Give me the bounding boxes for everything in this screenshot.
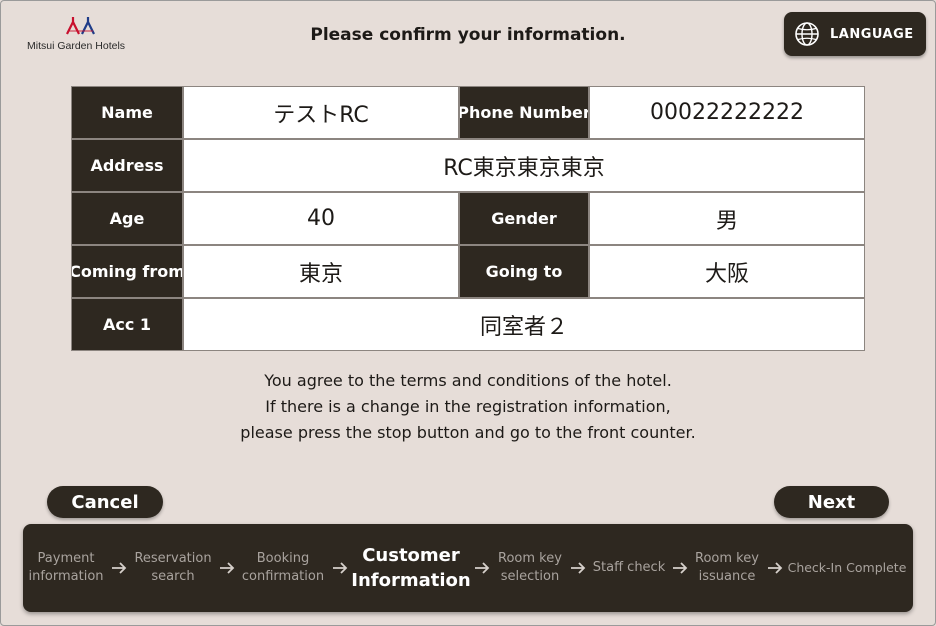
- step-room-key-issuance: Room key issuance: [695, 551, 759, 584]
- language-label: LANGUAGE: [830, 26, 914, 42]
- arrow-right-icon: [333, 562, 348, 574]
- notice-line-3: please press the stop button and go to t…: [240, 423, 696, 442]
- going-to-label: Going to: [459, 245, 589, 298]
- acc-value: 同室者２: [183, 298, 865, 351]
- arrow-right-icon: [220, 562, 235, 574]
- row-address: Address RC東京東京東京: [71, 139, 865, 192]
- step-booking-confirmation: Booking confirmation: [241, 551, 325, 584]
- arrow-right-icon: [673, 562, 688, 574]
- name-value: テストRC: [183, 86, 459, 139]
- arrow-right-icon: [571, 562, 586, 574]
- acc-label: Acc 1: [71, 298, 183, 351]
- row-name-phone: Name テストRC Phone Number 00022222222: [71, 86, 865, 139]
- arrow-right-icon: [475, 562, 490, 574]
- gender-label: Gender: [459, 192, 589, 245]
- row-age-gender: Age 40 Gender 男: [71, 192, 865, 245]
- arrow-right-icon: [768, 562, 783, 574]
- phone-label: Phone Number: [459, 86, 589, 139]
- phone-value: 00022222222: [589, 86, 865, 139]
- cancel-button[interactable]: Cancel: [47, 486, 163, 518]
- age-value: 40: [183, 192, 459, 245]
- notice-line-2: If there is a change in the registration…: [265, 397, 671, 416]
- gender-value: 男: [589, 192, 865, 245]
- arrow-right-icon: [112, 562, 127, 574]
- name-label: Name: [71, 86, 183, 139]
- row-travel: Coming from 東京 Going to 大阪: [71, 245, 865, 298]
- next-button[interactable]: Next: [774, 486, 889, 518]
- step-reservation-search: Reservation search: [134, 551, 212, 584]
- coming-from-label: Coming from: [71, 245, 183, 298]
- language-button[interactable]: LANGUAGE: [784, 12, 926, 56]
- coming-from-value: 東京: [183, 245, 459, 298]
- globe-icon: [795, 22, 819, 46]
- step-payment-information: Payment information: [28, 551, 104, 584]
- checkin-progress-bar: Payment information Reservation search B…: [23, 524, 913, 612]
- step-staff-check: Staff check: [592, 560, 666, 575]
- terms-notice: You agree to the terms and conditions of…: [0, 368, 936, 446]
- step-check-in-complete: Check-In Complete: [787, 560, 907, 575]
- step-room-key-selection: Room key selection: [498, 551, 562, 584]
- age-label: Age: [71, 192, 183, 245]
- address-label: Address: [71, 139, 183, 192]
- address-value: RC東京東京東京: [183, 139, 865, 192]
- notice-line-1: You agree to the terms and conditions of…: [264, 371, 672, 390]
- going-to-value: 大阪: [589, 245, 865, 298]
- step-customer-information: Customer Information: [351, 545, 471, 591]
- row-companion: Acc 1 同室者２: [71, 298, 865, 351]
